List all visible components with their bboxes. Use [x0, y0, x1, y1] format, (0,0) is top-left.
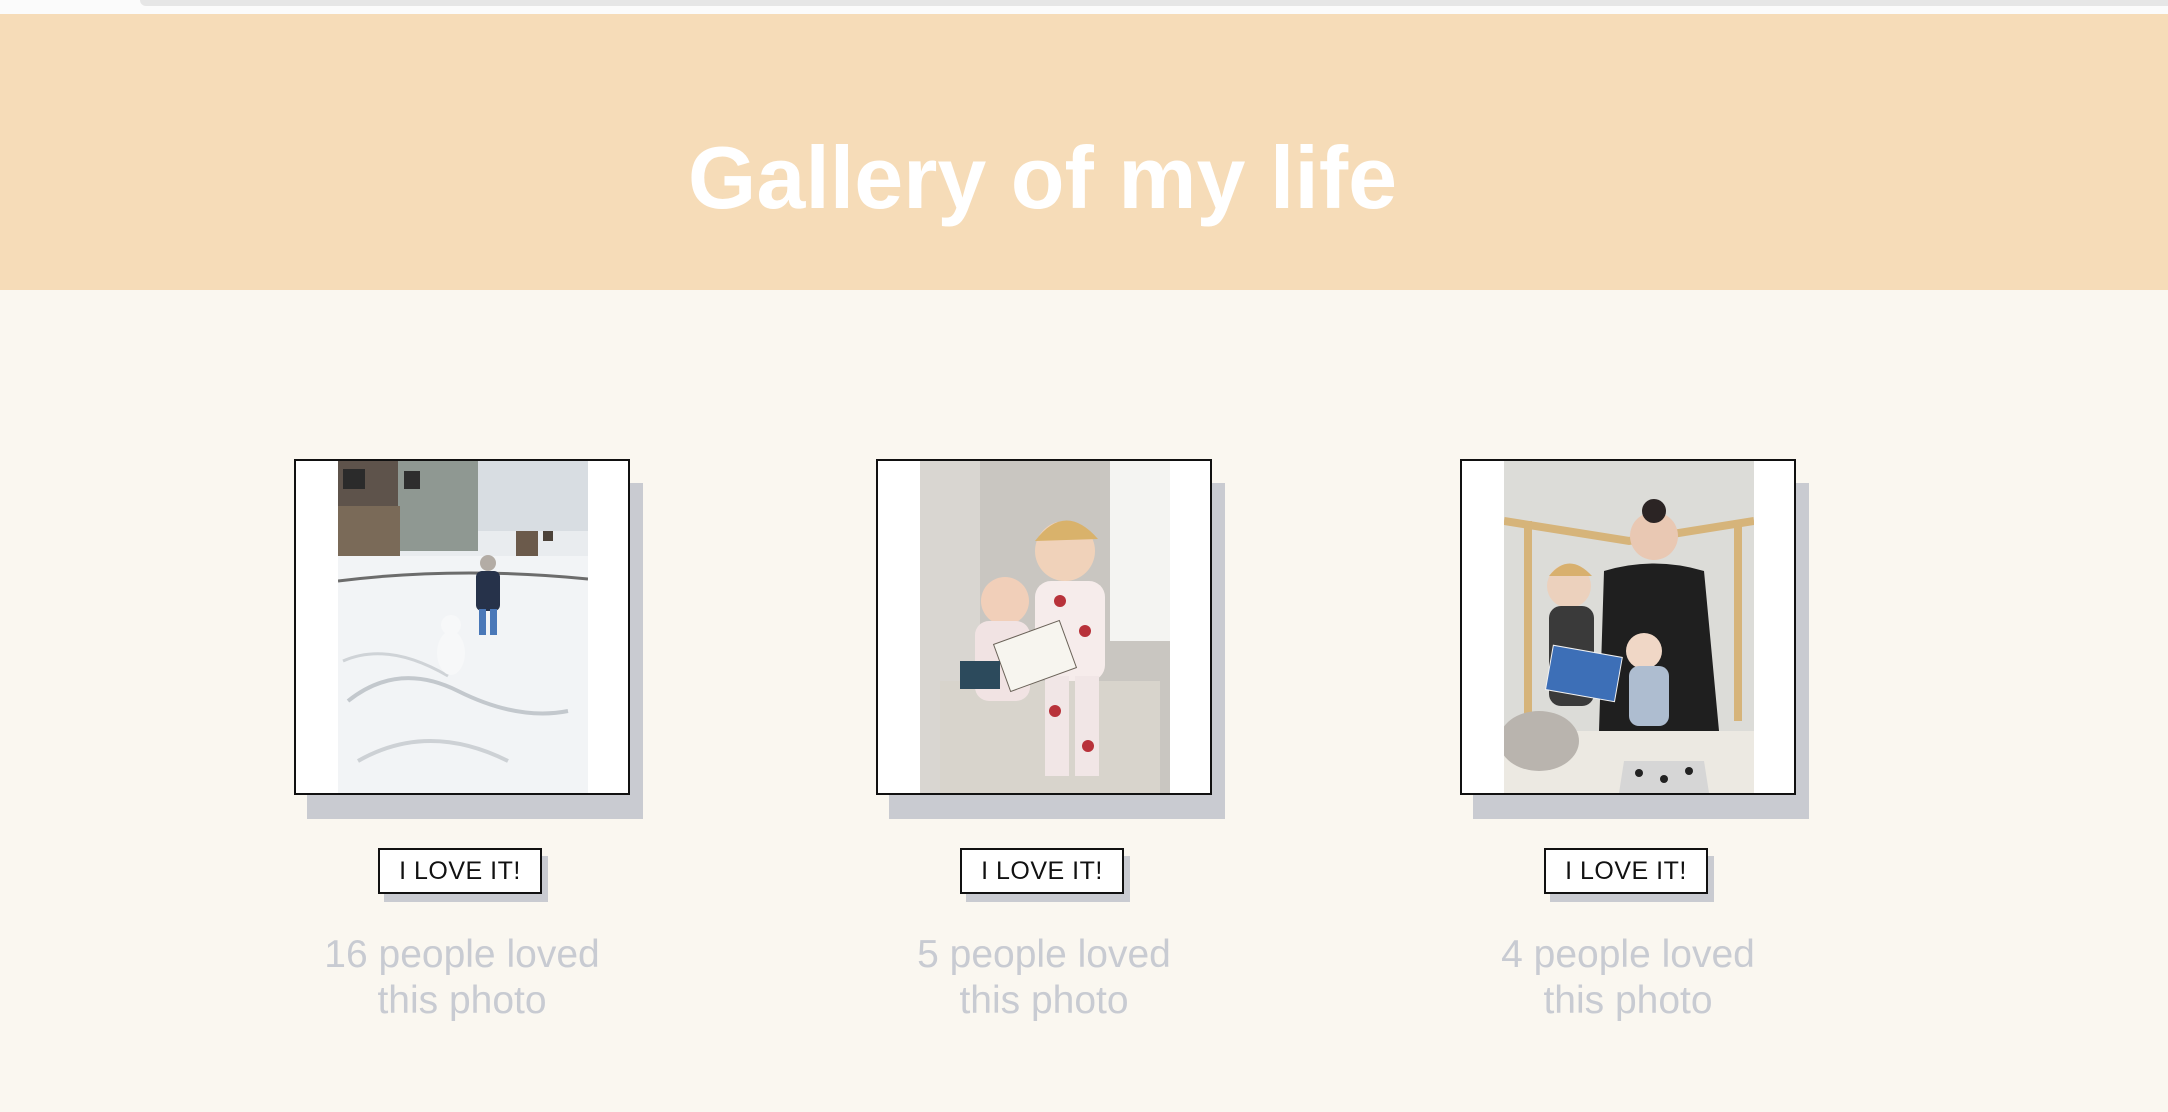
browser-top-edge — [0, 0, 2168, 14]
love-button[interactable]: I LOVE IT! — [1544, 848, 1708, 894]
love-count: 5 people loved this photo — [836, 932, 1252, 1024]
mother-reading-to-kids-photo — [1504, 461, 1754, 793]
page-title: Gallery of my life — [687, 128, 1398, 227]
love-count-line: this photo — [959, 979, 1129, 1022]
love-count: 16 people loved this photo — [254, 932, 670, 1024]
love-count-line: 5 people loved — [917, 933, 1171, 976]
browser-tab-strip — [140, 0, 2168, 6]
photo-frame — [294, 459, 630, 795]
gallery-card: I LOVE IT! 4 people loved this photo — [1460, 459, 1796, 1024]
love-count-line: this photo — [1543, 979, 1713, 1022]
love-button[interactable]: I LOVE IT! — [960, 848, 1124, 894]
love-button[interactable]: I LOVE IT! — [378, 848, 542, 894]
love-count-line: 16 people loved — [324, 933, 600, 976]
love-count-line: 4 people loved — [1501, 933, 1755, 976]
gallery-card: I LOVE IT! 5 people loved this photo — [876, 459, 1212, 1024]
love-count-line: this photo — [377, 979, 547, 1022]
love-count: 4 people loved this photo — [1420, 932, 1836, 1024]
photo-frame — [876, 459, 1212, 795]
gallery-card: I LOVE IT! 16 people loved this photo — [294, 459, 630, 1024]
photo-frame — [1460, 459, 1796, 795]
children-reading-on-chair-photo — [920, 461, 1170, 793]
child-in-snow-photo — [338, 461, 588, 793]
page-header: Gallery of my life — [0, 14, 2168, 290]
